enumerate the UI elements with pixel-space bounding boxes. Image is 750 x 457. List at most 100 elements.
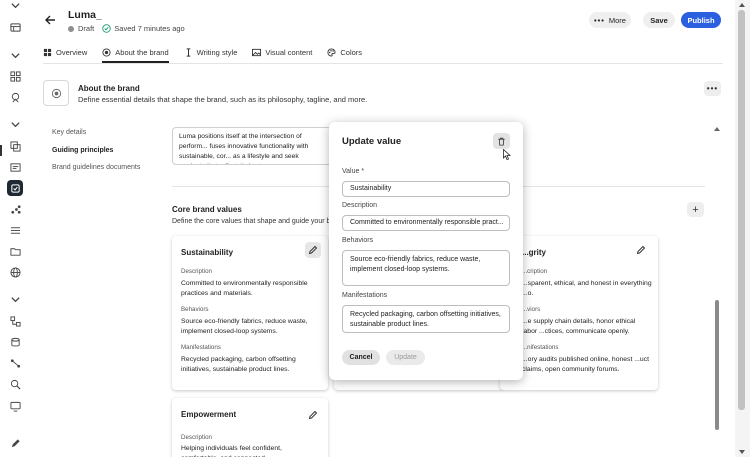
field-label: ...cription — [522, 268, 548, 275]
monitor-icon[interactable] — [7, 398, 23, 414]
update-button[interactable]: Update — [386, 350, 425, 365]
description-input[interactable]: Committed to environmentally responsible… — [342, 215, 510, 231]
popover-title: Update value — [342, 136, 402, 147]
chevron-down-icon[interactable] — [7, 291, 23, 307]
field-label: ...viors — [522, 306, 541, 313]
tab-label: About the brand — [115, 48, 169, 57]
connection-icon[interactable] — [7, 355, 23, 371]
behaviors-textarea[interactable]: Source eco-friendly fabrics, reduce wast… — [342, 250, 510, 286]
tab-label: Overview — [56, 48, 88, 57]
brands-icon[interactable] — [7, 180, 23, 196]
palette-icon — [327, 48, 340, 57]
brand-name: Luma_ — [68, 9, 102, 21]
status-badge: Draft — [78, 24, 95, 33]
field-label: Description — [181, 434, 212, 441]
field-label: Manifestations — [181, 344, 221, 351]
globe-icon[interactable] — [7, 264, 23, 280]
tab-colors[interactable]: Colors — [327, 45, 362, 60]
card-title: ...grity — [522, 248, 547, 257]
field-value: Committed to environmentally responsible… — [181, 280, 308, 297]
content-scrollbar-thumb[interactable] — [715, 300, 719, 430]
pen-icon[interactable] — [7, 435, 23, 451]
more-button[interactable]: ••• More — [589, 12, 631, 28]
saved-status: Saved 7 minutes ago — [114, 24, 185, 33]
side-nav-active-indicator — [0, 145, 2, 156]
more-dots-icon: ••• — [594, 15, 605, 25]
tab-about-the-brand[interactable]: About the brand — [102, 45, 170, 63]
tabs-divider — [43, 63, 723, 64]
value-card-integrity: ...grity ...cription ...sparent, ethical… — [500, 236, 658, 390]
field-label: Behaviors — [181, 306, 209, 313]
manifestations-textarea[interactable]: Recycled packaging, carbon offsetting in… — [342, 305, 510, 333]
campaign-icon[interactable] — [7, 89, 23, 105]
window-scroll-down-arrow[interactable] — [739, 450, 745, 454]
tab-label: Writing style — [196, 48, 238, 57]
add-value-button[interactable]: + — [687, 202, 704, 217]
side-nav-guiding-principles[interactable]: Guiding principles — [52, 147, 113, 154]
scroll-up-arrow[interactable] — [714, 127, 720, 131]
text-cursor-icon — [184, 48, 197, 57]
left-rail — [0, 0, 30, 457]
workflow-icon[interactable] — [7, 313, 23, 329]
list-icon[interactable] — [7, 222, 23, 238]
template-icon[interactable] — [7, 159, 23, 175]
status-dot — [68, 25, 74, 32]
tab-visual-content[interactable]: Visual content — [252, 45, 312, 60]
publish-button[interactable]: Publish — [681, 12, 721, 28]
dashboard-icon[interactable] — [7, 68, 23, 84]
window-scroll-up-arrow[interactable] — [739, 3, 745, 7]
field-value: ...e supply chain details, honor ethical… — [522, 318, 636, 335]
edit-pencil-icon[interactable] — [633, 242, 649, 258]
field-label: ...nifestations — [522, 344, 559, 351]
mouse-cursor-icon — [503, 149, 511, 161]
save-button[interactable]: Save — [643, 12, 675, 28]
field-value: ...sparent, ethical, and honest in every… — [522, 280, 652, 297]
required-mark: * — [361, 168, 365, 175]
edit-pencil-icon[interactable] — [305, 242, 321, 258]
chevron-down-icon[interactable] — [7, 0, 23, 10]
section-icon — [43, 80, 69, 106]
update-value-popover: Update value Value * Sustainability Desc… — [329, 122, 523, 380]
analytics-icon[interactable] — [7, 201, 23, 217]
field-value: Helping individuals feel confident, comf… — [181, 445, 282, 457]
edit-pencil-icon[interactable] — [305, 407, 321, 423]
description-label: Description — [342, 202, 378, 209]
content-icon[interactable] — [7, 138, 23, 154]
more-label: More — [608, 15, 626, 25]
section-more-button[interactable]: ••• — [704, 81, 721, 96]
database-icon[interactable] — [7, 334, 23, 350]
check-circle-icon — [102, 24, 111, 33]
side-nav-brand-guidelines[interactable]: Brand guidelines documents — [52, 164, 140, 171]
brand-description-field[interactable]: Luma positions itself at the intersectio… — [172, 127, 332, 165]
behaviors-label: Behaviors — [342, 237, 374, 244]
value-input[interactable]: Sustainability — [342, 181, 510, 197]
tab-writing-style[interactable]: Writing style — [184, 45, 238, 60]
folder-icon[interactable] — [7, 243, 23, 259]
search-data-icon[interactable] — [7, 376, 23, 392]
trash-icon — [497, 137, 506, 146]
field-value: Recycled packaging, carbon offsetting in… — [181, 356, 296, 373]
layout-icon[interactable] — [7, 19, 23, 35]
section-subtitle: Define essential details that shape the … — [78, 95, 368, 104]
field-value: ...ory audits published online, honest .… — [522, 356, 649, 373]
status-row: Draft Saved 7 minutes ago — [68, 24, 185, 33]
back-arrow-icon[interactable] — [43, 13, 57, 27]
overview-icon — [43, 48, 56, 57]
chevron-down-icon[interactable] — [7, 116, 23, 132]
side-nav-key-details[interactable]: Key details — [52, 129, 86, 136]
value-label: Value * — [342, 168, 365, 175]
window-scrollbar-thumb[interactable] — [738, 10, 745, 410]
value-card-empowerment: Empowerment Description Helping individu… — [172, 398, 328, 457]
value-card-sustainability: Sustainability Description Committed to … — [172, 236, 328, 390]
cancel-button[interactable]: Cancel — [342, 350, 380, 365]
delete-button[interactable] — [493, 133, 510, 149]
tab-label: Colors — [340, 48, 363, 57]
card-title: Sustainability — [181, 248, 234, 257]
tab-overview[interactable]: Overview — [43, 45, 87, 60]
image-icon — [252, 48, 265, 57]
card-title: Empowerment — [181, 410, 237, 419]
core-values-subtitle: Define the core values that shape and gu… — [172, 218, 343, 225]
chevron-down-icon[interactable] — [7, 47, 23, 63]
field-label: Description — [181, 268, 212, 275]
tab-label: Visual content — [265, 48, 313, 57]
